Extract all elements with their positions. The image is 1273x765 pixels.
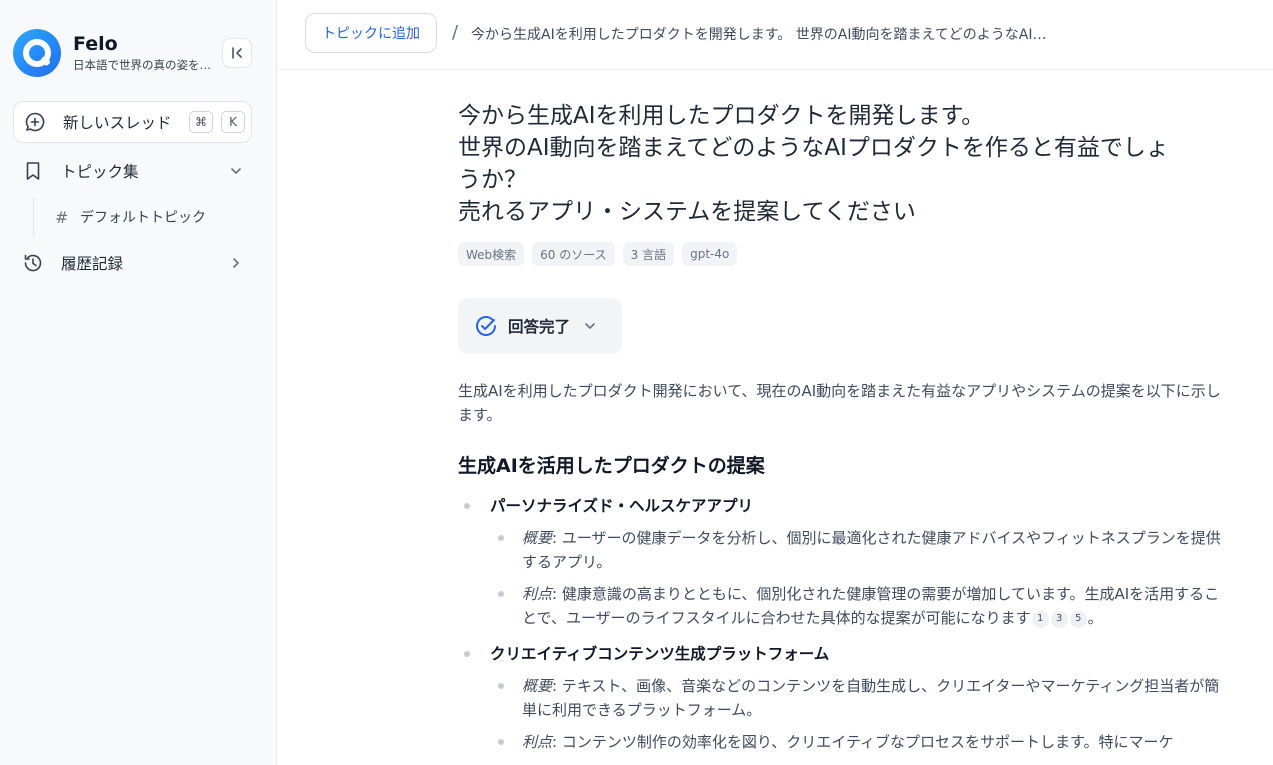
new-thread-button[interactable]: 新しいスレッド ⌘ K bbox=[13, 101, 252, 143]
benefit-text: : コンテンツ制作の効率化を図り、クリエイティブなプロセスをサポートします。特に… bbox=[552, 733, 1174, 751]
tag-model: gpt-4o bbox=[682, 242, 738, 266]
hash-icon: # bbox=[55, 207, 69, 227]
list-item: 概要: ユーザーの健康データを分析し、個別に最適化された健康アドバイスやフィット… bbox=[490, 526, 1228, 574]
list-item: クリエイティブコンテンツ生成プラットフォーム 概要: テキスト、画像、音楽などの… bbox=[458, 642, 1228, 754]
overview-text: : テキスト、画像、音楽などのコンテンツを自動生成し、クリエイターやマーケティン… bbox=[522, 677, 1220, 719]
citation-badge[interactable]: 3 bbox=[1050, 610, 1068, 628]
answer-intro: 生成AIを利用したプロダクト開発において、現在のAI動向を踏まえた有益なアプリや… bbox=[458, 382, 1221, 424]
sidebar-subitem-default-topic[interactable]: # デフォルトトピック bbox=[55, 204, 206, 230]
benefit-key: 利点 bbox=[522, 733, 553, 751]
add-to-topic-button[interactable]: トピックに追加 bbox=[305, 13, 437, 53]
overview-text: : ユーザーの健康データを分析し、個別に最適化された健康アドバイスやフィットネス… bbox=[522, 529, 1221, 571]
app-tagline: 日本語で世界の真の姿を知る bbox=[73, 58, 213, 72]
sidebar-subitem-label: デフォルトトピック bbox=[80, 210, 206, 226]
tag-sources[interactable]: 60 のソース bbox=[532, 242, 615, 266]
query-tags: Web検索 60 のソース 3 言語 gpt-4o bbox=[458, 242, 1228, 266]
history-icon bbox=[24, 254, 42, 272]
proposal-title: パーソナライズド・ヘルスケアアプリ bbox=[490, 497, 754, 515]
answer-status-label: 回答完了 bbox=[508, 318, 571, 336]
sidebar-item-history-label: 履歴記録 bbox=[61, 255, 124, 273]
top-bar: トピックに追加 / 今から生成AIを利用したプロダクトを開発します。 世界のAI… bbox=[277, 0, 1273, 70]
question-title: 今から生成AIを利用したプロダクトを開発します。 世界のAI動向を踏まえてどのよ… bbox=[458, 100, 1178, 228]
bookmark-icon bbox=[26, 162, 40, 180]
list-item: 利点: 健康意識の高まりとともに、個別化された健康管理の需要が増加しています。生… bbox=[490, 582, 1228, 630]
list-item: 概要: テキスト、画像、音楽などのコンテンツを自動生成し、クリエイターやマーケテ… bbox=[490, 674, 1228, 722]
tree-line bbox=[33, 197, 34, 237]
chevron-right-icon bbox=[233, 258, 239, 268]
question-line: 売れるアプリ・システムを提案してください bbox=[458, 199, 916, 225]
tag-web-search: Web検索 bbox=[458, 242, 525, 266]
breadcrumb[interactable]: 今から生成AIを利用したプロダクトを開発します。 世界のAI動向を踏まえてどのよ… bbox=[471, 24, 1051, 44]
citation-badge[interactable]: 1 bbox=[1031, 610, 1049, 628]
benefit-key: 利点 bbox=[522, 585, 553, 603]
breadcrumb-separator: / bbox=[452, 22, 459, 43]
shortcut-cmd-key: ⌘ bbox=[189, 111, 213, 133]
collapse-left-icon bbox=[232, 47, 242, 59]
check-circle-icon bbox=[476, 316, 496, 336]
proposal-list: パーソナライズド・ヘルスケアアプリ 概要: ユーザーの健康データを分析し、個別に… bbox=[458, 494, 1228, 754]
overview-key: 概要 bbox=[522, 529, 553, 547]
tag-languages: 3 言語 bbox=[622, 242, 675, 266]
chevron-down-icon bbox=[585, 323, 595, 329]
sidebar-item-history[interactable]: 履歴記録 bbox=[13, 243, 252, 283]
felo-logo-icon bbox=[13, 29, 61, 77]
sidebar: Felo 日本語で世界の真の姿を知る 新しいスレッド ⌘ K トピック集 # デ… bbox=[0, 0, 277, 765]
new-chat-icon bbox=[25, 112, 45, 132]
benefit-text: : 健康意識の高まりとともに、個別化された健康管理の需要が増加しています。生成A… bbox=[522, 585, 1220, 627]
sidebar-item-topics[interactable]: トピック集 bbox=[13, 151, 252, 191]
proposal-title: クリエイティブコンテンツ生成プラットフォーム bbox=[490, 645, 830, 663]
shortcut-k-key: K bbox=[221, 111, 245, 133]
question-line: 世界のAI動向を踏まえてどのようなAIプロダクトを作ると有益でしょうか？ bbox=[458, 135, 1169, 193]
brand[interactable]: Felo 日本語で世界の真の姿を知る bbox=[13, 29, 213, 77]
app-name: Felo bbox=[73, 33, 118, 55]
thread-content: 今から生成AIを利用したプロダクトを開発します。 世界のAI動向を踏まえてどのよ… bbox=[458, 100, 1228, 765]
question-line: 今から生成AIを利用したプロダクトを開発します。 bbox=[458, 103, 985, 129]
answer-section-title: 生成AIを活用したプロダクトの提案 bbox=[458, 455, 765, 477]
new-thread-label: 新しいスレッド bbox=[63, 114, 172, 132]
collapse-sidebar-button[interactable] bbox=[222, 38, 252, 68]
sidebar-item-topics-label: トピック集 bbox=[61, 163, 139, 181]
citation-badge[interactable]: 5 bbox=[1069, 610, 1087, 628]
overview-key: 概要 bbox=[522, 677, 553, 695]
answer-status-toggle[interactable]: 回答完了 bbox=[458, 298, 622, 354]
sentence-end: 。 bbox=[1087, 609, 1103, 627]
list-item: 利点: コンテンツ制作の効率化を図り、クリエイティブなプロセスをサポートします。… bbox=[490, 730, 1228, 754]
list-item: パーソナライズド・ヘルスケアアプリ 概要: ユーザーの健康データを分析し、個別に… bbox=[458, 494, 1228, 630]
chevron-down-icon bbox=[231, 168, 241, 174]
